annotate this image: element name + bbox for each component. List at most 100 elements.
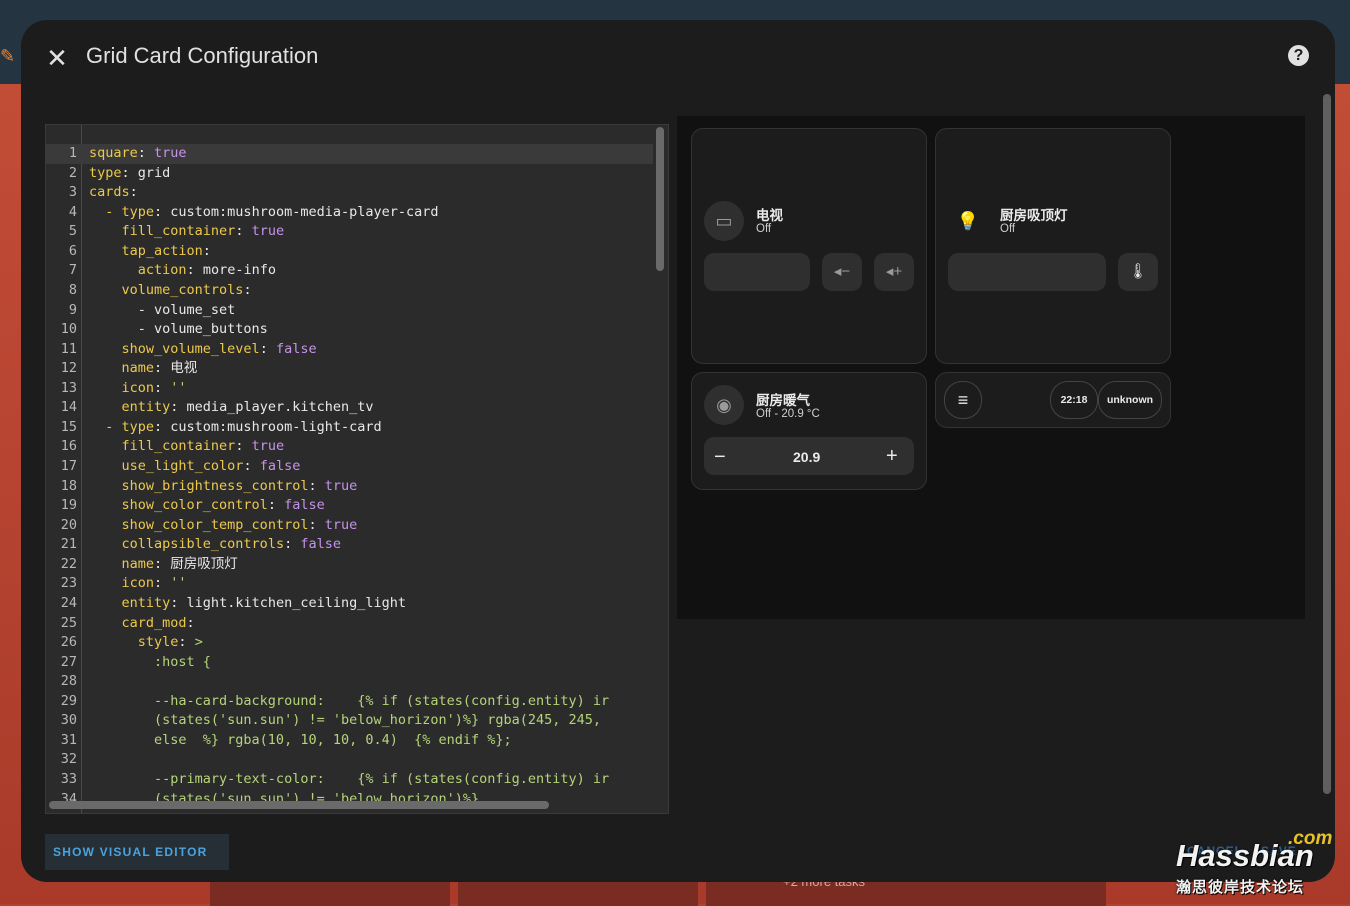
help-circle-icon[interactable]: ? <box>1288 45 1309 66</box>
code-line[interactable]: 32 <box>46 750 653 770</box>
line-number: 14 <box>60 399 77 416</box>
climate-card[interactable]: ◉ 厨房暖气 Off - 20.9 °C − 20.9 + <box>691 372 927 490</box>
code-text: :host { <box>89 653 211 670</box>
code-line[interactable]: 1 square: true <box>46 144 653 164</box>
code-line[interactable]: 28 <box>46 672 653 692</box>
entity-name: 厨房暖气 <box>756 393 810 408</box>
code-line[interactable]: 19 show_color_control: false <box>46 496 653 516</box>
line-number: 24 <box>60 594 77 611</box>
code-line[interactable]: 33 --primary-text-color: {% if (states(c… <box>46 770 653 790</box>
code-line[interactable]: 25 card_mod: <box>46 614 653 634</box>
dialog-scrollbar[interactable] <box>1323 94 1331 794</box>
code-line[interactable]: 18 show_brightness_control: true <box>46 477 653 497</box>
code-line[interactable]: 7 action: more-info <box>46 261 653 281</box>
code-line[interactable]: 22 name: 厨房吸顶灯 <box>46 555 653 575</box>
code-line[interactable]: 12 name: 电视 <box>46 359 653 379</box>
entity-state: Off <box>1000 223 1016 235</box>
line-number: 27 <box>60 653 77 670</box>
code-line[interactable]: 26 style: > <box>46 633 653 653</box>
code-text: --primary-text-color: {% if (states(conf… <box>89 771 610 787</box>
code-line[interactable]: 10 - volume_buttons <box>46 320 653 340</box>
code-text: name: 电视 <box>121 360 198 377</box>
line-number: 32 <box>60 751 77 768</box>
line-number: 30 <box>60 712 77 729</box>
code-text: else %} rgba(10, 10, 10, 0.4) {% endif %… <box>89 731 512 748</box>
code-text: entity: light.kitchen_ceiling_light <box>121 594 406 611</box>
code-line[interactable]: 9 - volume_set <box>46 301 653 321</box>
code-text: --ha-card-background: {% if (states(conf… <box>89 692 610 709</box>
volume-down-button[interactable]: ◂− <box>822 253 862 291</box>
brightness-slider[interactable] <box>948 253 1106 291</box>
code-text: volume_controls: <box>121 281 252 298</box>
volume-up-button[interactable]: ◂+ <box>874 253 914 291</box>
time-chip[interactable]: 22:18 <box>1050 381 1098 419</box>
code-line[interactable]: 13 icon: '' <box>46 379 653 399</box>
line-number: 18 <box>60 477 77 494</box>
code-text: show_color_temp_control: true <box>121 516 358 533</box>
editor-vertical-scrollbar[interactable] <box>656 127 664 271</box>
code-line[interactable]: 23 icon: '' <box>46 574 653 594</box>
line-number: 16 <box>60 438 77 455</box>
code-line[interactable]: 27 :host { <box>46 653 653 673</box>
status-chip[interactable]: unknown <box>1098 381 1162 419</box>
show-visual-editor-button[interactable]: SHOW VISUAL EDITOR <box>45 834 229 870</box>
code-line[interactable]: 15 - type: custom:mushroom-light-card <box>46 418 653 438</box>
code-line[interactable]: 24 entity: light.kitchen_ceiling_light <box>46 594 653 614</box>
code-line[interactable]: 16 fill_container: true <box>46 437 653 457</box>
code-line[interactable]: 20 show_color_temp_control: true <box>46 516 653 536</box>
code-line[interactable]: 6 tap_action: <box>46 242 653 262</box>
yaml-code-editor[interactable]: 1 square: true 2 type: grid 3 cards: 4 - type:… <box>45 124 669 814</box>
code-text: show_brightness_control: true <box>121 477 358 494</box>
line-number: 7 <box>68 262 77 279</box>
line-number: 22 <box>60 555 77 572</box>
line-number: 2 <box>68 164 77 181</box>
editor-horizontal-scrollbar[interactable] <box>49 801 549 809</box>
code-line[interactable]: 8 volume_controls: <box>46 281 653 301</box>
code-line[interactable]: 17 use_light_color: false <box>46 457 653 477</box>
volume-slider[interactable] <box>704 253 810 291</box>
temperature-value: 20.9 <box>793 449 821 465</box>
code-line[interactable]: 3 cards: <box>46 183 653 203</box>
code-line[interactable]: 14 entity: media_player.kitchen_tv <box>46 398 653 418</box>
line-number: 33 <box>60 771 77 787</box>
code-text: entity: media_player.kitchen_tv <box>121 399 374 416</box>
code-line[interactable]: 29 --ha-card-background: {% if (states(c… <box>46 692 653 712</box>
code-text: - volume_buttons <box>89 321 268 338</box>
background-card <box>706 880 1106 906</box>
code-text: action: more-info <box>137 262 276 279</box>
line-number: 20 <box>60 516 77 533</box>
code-text: show_color_control: false <box>121 497 325 514</box>
code-text: type: grid <box>89 164 171 181</box>
code-line[interactable]: 31 else %} rgba(10, 10, 10, 0.4) {% endi… <box>46 731 653 751</box>
code-text: - type: custom:mushroom-media-player-car… <box>89 203 439 220</box>
plus-icon[interactable]: + <box>886 445 898 468</box>
line-number: 10 <box>60 321 77 338</box>
light-card[interactable]: 💡 厨房吸顶灯 Off 🌡 <box>935 128 1171 364</box>
code-line[interactable]: 4 - type: custom:mushroom-media-player-c… <box>46 203 653 223</box>
code-line[interactable]: 5 fill_container: true <box>46 222 653 242</box>
code-line[interactable]: 2 type: grid <box>46 164 653 184</box>
line-number: 15 <box>60 418 77 435</box>
code-text: icon: '' <box>121 575 187 592</box>
code-line[interactable]: 11 show_volume_level: false <box>46 340 653 360</box>
code-lines[interactable]: 1 square: true 2 type: grid 3 cards: 4 - type:… <box>46 144 653 809</box>
thermostat-icon[interactable]: ◉ <box>704 385 744 425</box>
card-preview: ▭ 电视 Off ◂− ◂+ 💡 厨房吸顶灯 Off 🌡 ◉ 厨房暖气 Off … <box>677 116 1305 619</box>
line-number: 29 <box>60 692 77 709</box>
minus-icon[interactable]: − <box>714 446 726 469</box>
line-number: 6 <box>68 242 77 259</box>
line-number: 28 <box>60 673 77 690</box>
line-number: 19 <box>60 497 77 514</box>
media-player-card[interactable]: ▭ 电视 Off ◂− ◂+ <box>691 128 927 364</box>
code-line[interactable]: 30 (states('sun.sun') != 'below_horizon'… <box>46 711 653 731</box>
line-number: 9 <box>68 301 77 318</box>
menu-icon[interactable]: ≡ <box>944 381 982 419</box>
close-icon[interactable]: ✕ <box>41 42 73 74</box>
code-line[interactable]: 21 collapsible_controls: false <box>46 535 653 555</box>
code-text: style: > <box>137 634 203 651</box>
line-number: 1 <box>68 145 77 161</box>
color-temp-button[interactable]: 🌡 <box>1118 253 1158 291</box>
code-text: icon: '' <box>121 379 187 396</box>
television-off-icon[interactable]: ▭ <box>704 201 744 241</box>
ceiling-light-icon[interactable]: 💡 <box>948 201 988 241</box>
